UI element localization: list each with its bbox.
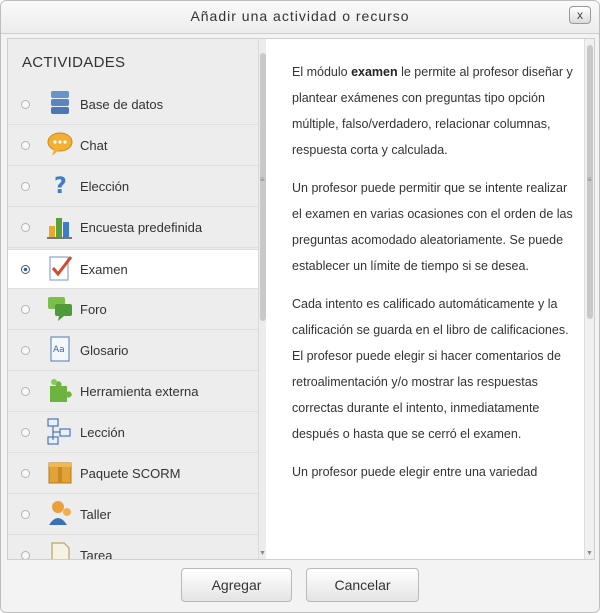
bar-chart-icon (47, 218, 72, 239)
activity-list-scrollbar[interactable]: ≡ ▼ (258, 39, 266, 559)
radio-button[interactable] (21, 428, 30, 437)
activity-item-external-tool[interactable]: Herramienta externa (8, 372, 258, 412)
dialog-header: Añadir una actividad o recurso x (1, 1, 599, 34)
activity-item-choice[interactable]: ? Elección (8, 167, 258, 207)
close-icon: x (577, 8, 583, 22)
activity-label: Encuesta predefinida (80, 220, 203, 235)
puzzle-piece-icon (50, 379, 72, 402)
description-text: El módulo examen le permite al profesor … (292, 59, 574, 497)
activity-item-survey[interactable]: Encuesta predefinida (8, 208, 258, 248)
radio-button[interactable] (21, 510, 30, 519)
dialog-footer: Agregar Cancelar (1, 561, 599, 612)
question-mark-icon: ? (54, 174, 67, 199)
scroll-down-arrow-icon[interactable]: ▼ (586, 550, 593, 557)
glossary-book-icon: Aa (50, 336, 70, 362)
add-button[interactable]: Agregar (181, 568, 292, 602)
activity-item-chat[interactable]: Chat (8, 126, 258, 166)
dialog-title: Añadir una actividad o recurso (190, 8, 410, 24)
chat-bubble-icon (47, 132, 73, 156)
description-paragraph: El módulo examen le permite al profesor … (292, 59, 574, 163)
cancel-button[interactable]: Cancelar (306, 568, 419, 602)
activity-item-quiz[interactable]: Examen (8, 249, 258, 289)
activity-label: Tarea (80, 548, 113, 559)
activity-label: Foro (80, 302, 107, 317)
close-button[interactable]: x (569, 6, 591, 24)
forum-bubbles-icon (48, 297, 72, 321)
activity-item-workshop[interactable]: Taller (8, 495, 258, 535)
radio-button-selected[interactable] (21, 265, 30, 274)
activity-label: Chat (80, 138, 108, 153)
radio-button[interactable] (21, 551, 30, 559)
database-icon (51, 91, 69, 114)
activity-item-forum[interactable]: Foro (8, 290, 258, 330)
radio-button[interactable] (21, 182, 30, 191)
activity-label: Taller (80, 507, 112, 522)
radio-button[interactable] (21, 141, 30, 150)
grip-icon: ≡ (587, 175, 592, 184)
activity-label: Glosario (80, 343, 129, 358)
radio-button[interactable] (21, 305, 30, 314)
radio-button[interactable] (21, 346, 30, 355)
activity-label: Elección (80, 179, 130, 194)
document-icon (51, 542, 70, 559)
package-box-icon (48, 462, 72, 484)
description-scrollbar[interactable]: ≡ ▼ (584, 39, 594, 559)
radio-button[interactable] (21, 223, 30, 232)
description-paragraph: Un profesor puede permitir que se intent… (292, 181, 573, 273)
svg-text:?: ? (54, 174, 67, 199)
radio-button[interactable] (21, 387, 30, 396)
section-heading: ACTIVIDADES (22, 54, 126, 71)
description-paragraph: Cada intento es calificado automáticamen… (292, 297, 569, 441)
activity-item-scorm[interactable]: Paquete SCORM (8, 454, 258, 494)
add-activity-dialog: Añadir una actividad o recurso x ACTIVID… (0, 0, 600, 613)
description-pane: El módulo examen le permite al profesor … (266, 39, 594, 559)
grip-icon: ≡ (260, 175, 265, 184)
activity-item-database[interactable]: Base de datos (8, 85, 258, 125)
checkmark-paper-icon (49, 256, 73, 281)
dialog-body: ACTIVIDADES Base de datos Chat ? Elecció… (7, 38, 595, 560)
activity-label: Herramienta externa (80, 384, 199, 399)
radio-button[interactable] (21, 469, 30, 478)
activity-list-pane: ACTIVIDADES Base de datos Chat ? Elecció… (8, 39, 266, 559)
activity-item-glossary[interactable]: Aa Glosario (8, 331, 258, 371)
people-icon (49, 501, 71, 525)
activity-label: Paquete SCORM (80, 466, 181, 481)
description-bold-term: examen (351, 65, 398, 79)
activity-label: Examen (80, 262, 128, 277)
description-paragraph: Un profesor puede elegir entre una varie… (292, 465, 538, 479)
radio-button[interactable] (21, 100, 30, 109)
flowchart-icon (47, 418, 71, 445)
activity-item-lesson[interactable]: Lección (8, 413, 258, 453)
description-text-run: El módulo (292, 65, 352, 79)
activity-label: Base de datos (80, 97, 164, 112)
activity-item-assignment[interactable]: Tarea (8, 536, 258, 559)
svg-text:Aa: Aa (53, 345, 65, 355)
scroll-down-arrow-icon[interactable]: ▼ (259, 550, 266, 557)
activity-label: Lección (80, 425, 125, 440)
